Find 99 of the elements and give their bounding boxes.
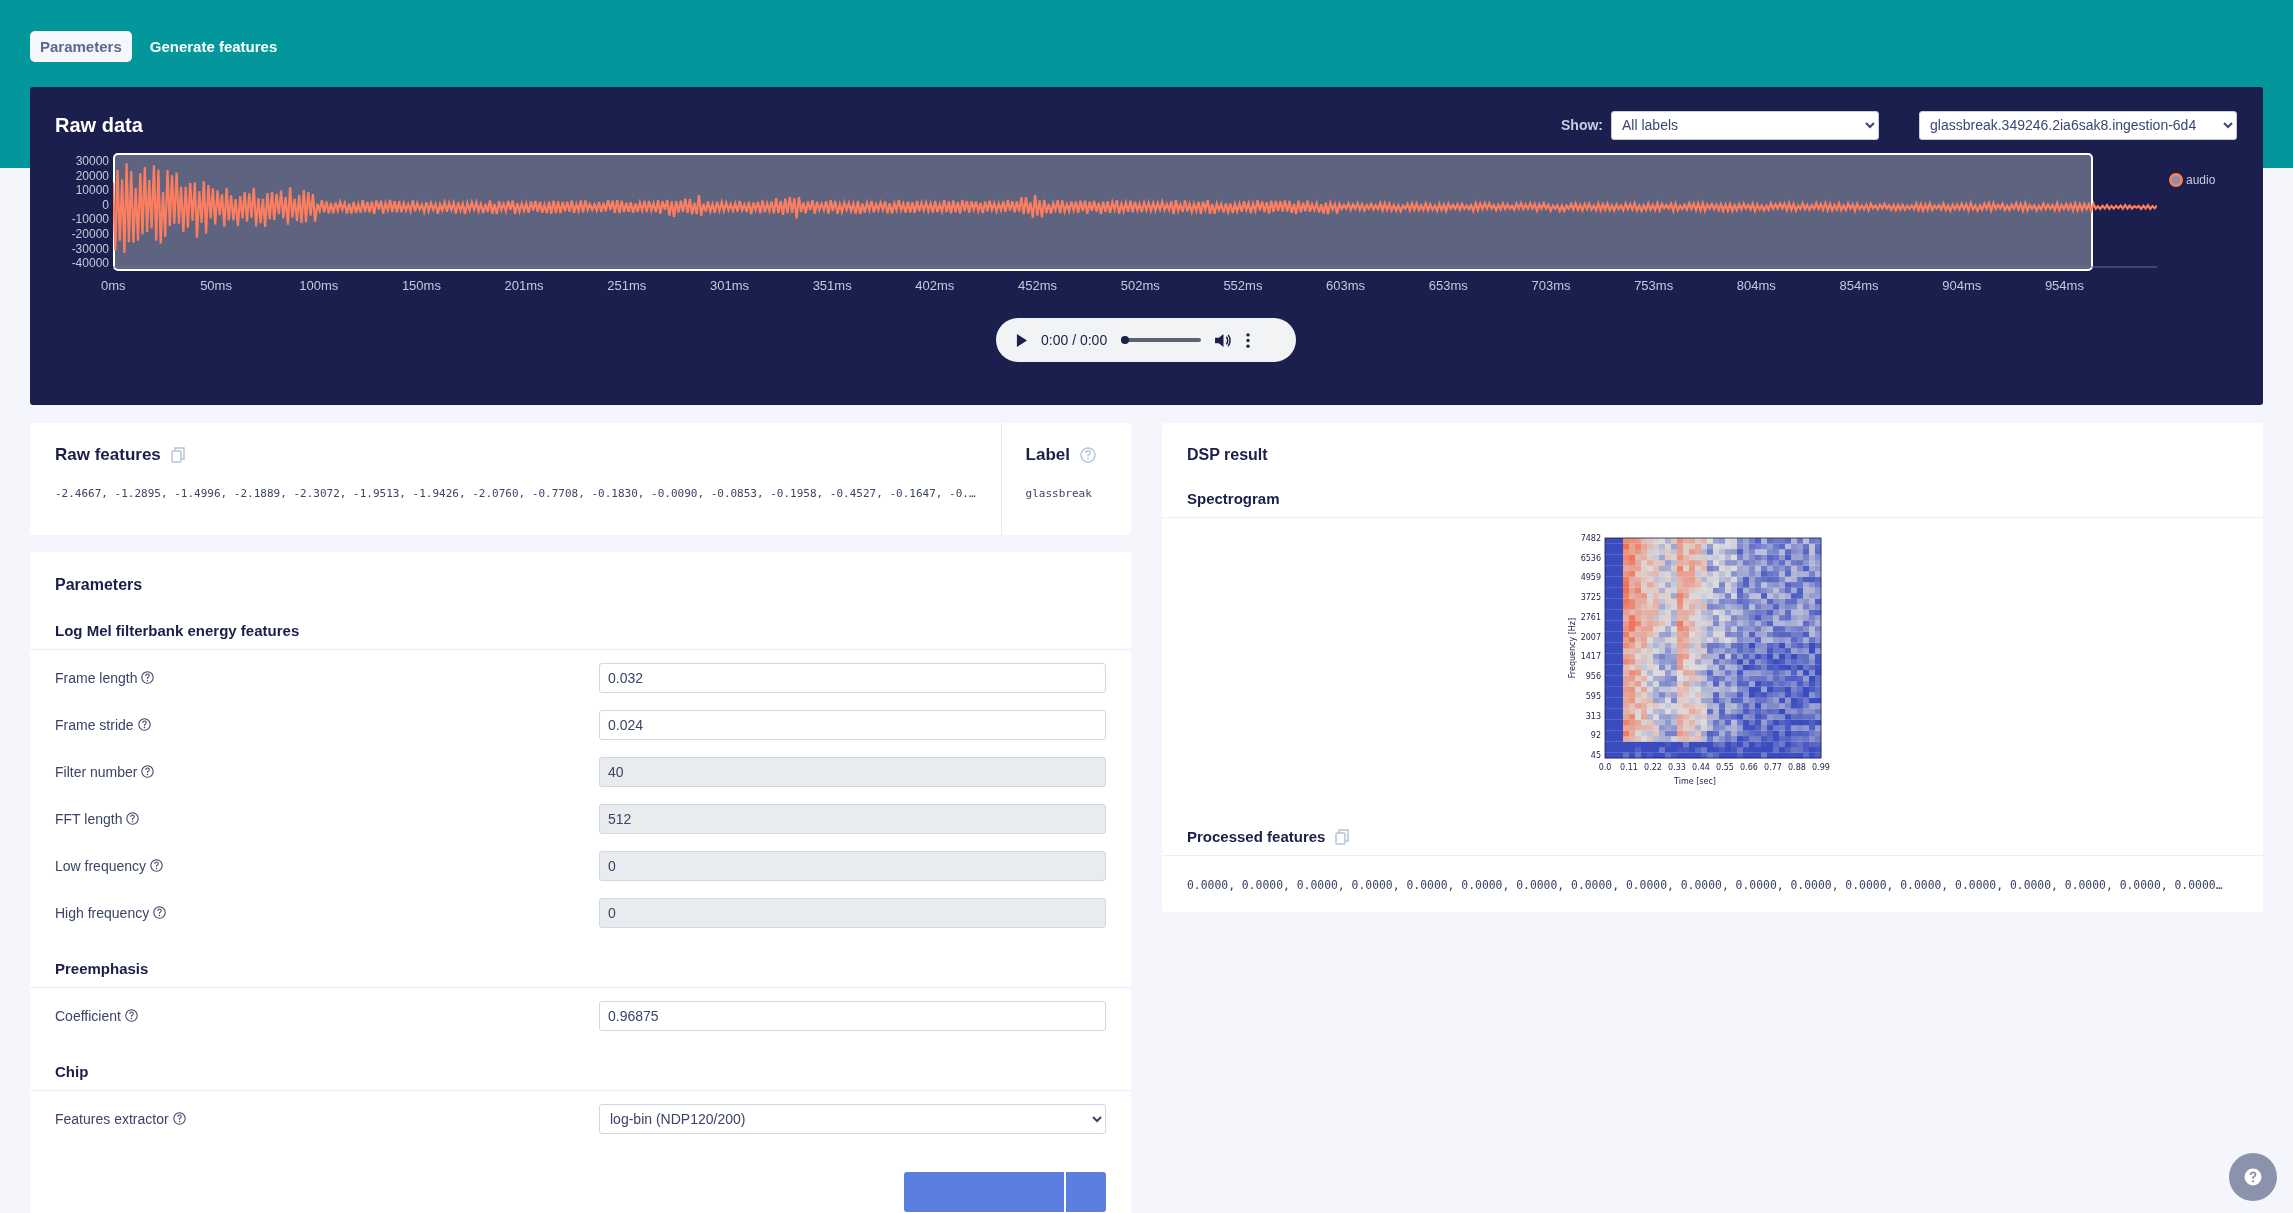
tick-label: 100ms [298, 278, 340, 293]
tick-label: 0 [102, 197, 109, 213]
tick-label: 0.88 [1787, 763, 1806, 772]
tick-label: -30000 [71, 241, 109, 257]
panel-title: Raw data [55, 113, 144, 137]
tick-label: 10000 [75, 183, 109, 198]
field-label: Frame stride [55, 716, 134, 733]
input-field[interactable]: 0.024 [599, 709, 1106, 740]
tick-label: 0.33 [1667, 763, 1686, 772]
tick-label: 0.44 [1691, 763, 1710, 772]
tick-label: 954ms [2043, 278, 2085, 293]
tick-label: 50ms [199, 278, 233, 293]
tab[interactable]: Generate features [139, 31, 288, 62]
label-filter-select[interactable]: All labels [1611, 110, 1879, 140]
help-icon[interactable] [153, 906, 167, 919]
tick-label: 0.0 [1598, 763, 1611, 772]
help-icon[interactable] [137, 718, 151, 731]
section-title: Preemphasis [30, 952, 1131, 988]
tick-label: 0ms [100, 278, 127, 293]
help-icon[interactable] [141, 671, 155, 684]
legend-label[interactable]: audio [2186, 173, 2216, 187]
section-title: Chip [30, 1055, 1131, 1091]
help-icon[interactable] [141, 765, 155, 778]
tick-label: 653ms [1427, 278, 1469, 293]
tick-label: 30000 [75, 154, 109, 169]
section-title: Processed features [1187, 828, 1326, 845]
field-label: Filter number [55, 763, 138, 780]
tick-label: 2761 [1580, 612, 1601, 622]
tick-label: 703ms [1530, 278, 1572, 293]
show-label: Show: [1561, 117, 1603, 133]
tick-label: 603ms [1325, 278, 1367, 293]
tick-label: 1417 [1580, 652, 1601, 662]
field-label: Features extractor [55, 1110, 169, 1127]
tick-label: 0.55 [1715, 763, 1734, 772]
legend-marker-icon [2169, 173, 2183, 187]
card-title: Parameters [54, 575, 144, 595]
play-icon[interactable] [1016, 333, 1027, 347]
field-label: Low frequency [55, 857, 147, 874]
tick-label: 854ms [1838, 278, 1880, 293]
sample-select[interactable]: glassbreak.349246.2ia6sak8.ingestion-6d4 [1919, 110, 2237, 140]
section-title: Spectrogram [1162, 482, 2263, 518]
tick-label: 0.77 [1763, 763, 1782, 772]
card-title: Label [1025, 445, 1070, 465]
tick-label: 351ms [811, 278, 853, 293]
dropdown-field[interactable]: log-bin (NDP120/200) [599, 1103, 1106, 1134]
card-title: Raw features [55, 445, 161, 465]
help-button[interactable] [2229, 1153, 2277, 1201]
axis-title: Time [sec] [1673, 777, 1716, 786]
tick-label: 301ms [708, 278, 750, 293]
section-title: Log Mel filterbank energy features [30, 614, 1131, 650]
field-label: FFT length [55, 810, 123, 827]
help-icon[interactable] [124, 1009, 138, 1022]
tick-label: 7482 [1580, 534, 1601, 543]
tick-label: 6536 [1580, 553, 1601, 563]
tick-label: 0.22 [1643, 763, 1662, 772]
tick-label: 904ms [1941, 278, 1983, 293]
field-label: High frequency [55, 904, 150, 921]
tick-label: 753ms [1633, 278, 1675, 293]
input-field[interactable]: 0.032 [599, 662, 1106, 693]
tick-label: -40000 [71, 256, 109, 271]
field-label: Coefficient [55, 1007, 121, 1024]
tick-label: 20000 [75, 168, 109, 184]
tick-label: 150ms [400, 278, 442, 293]
tick-label: 3725 [1580, 593, 1601, 603]
tick-label: 0.11 [1619, 763, 1638, 772]
help-icon [2244, 1168, 2262, 1186]
tick-label: -20000 [71, 226, 109, 242]
card-title: DSP result [1186, 445, 1269, 465]
tick-label: -10000 [71, 212, 109, 227]
playback-time: 0:00 / 0:00 [1041, 332, 1108, 348]
progress-slider[interactable] [1121, 338, 1202, 342]
help-icon[interactable] [172, 1112, 186, 1125]
tick-label: 595 [1585, 691, 1601, 701]
tick-label: 552ms [1222, 278, 1264, 293]
tick-label: 956 [1585, 672, 1601, 682]
tick-label: 0.99 [1811, 763, 1830, 772]
raw-features-values: -2.4667, -1.2895, -1.4996, -2.1889, -2.3072, -1.9513, -1.9426, -2.0760, -0.7708, -0.1830, -0.0090, -0.0853, -0.1958, -0.4527, -0.1647, -0.… [55, 487, 976, 500]
tick-label: 4959 [1580, 573, 1601, 583]
field-label: Frame length [55, 669, 138, 686]
axis-title: Frequency [Hz] [1567, 617, 1577, 679]
tick-label: 251ms [606, 278, 648, 293]
tick-label: 402ms [914, 278, 956, 293]
tick-label: 0.66 [1739, 763, 1758, 772]
tick-label: 313 [1585, 711, 1601, 721]
tick-label: 804ms [1735, 278, 1777, 293]
volume-icon[interactable] [1215, 332, 1233, 348]
help-icon[interactable] [126, 812, 140, 825]
more-icon[interactable] [1246, 332, 1251, 348]
input-field[interactable]: 0.96875 [599, 1000, 1106, 1031]
tick-label: 201ms [503, 278, 545, 293]
tab[interactable]: Parameters [30, 31, 132, 62]
processed-features-values: 0.0000, 0.0000, 0.0000, 0.0000, 0.0000, 0.0000, 0.0000, 0.0000, 0.0000, 0.0000, 0.0000, 0.0000, 0.0000, 0.0000, 0.0000, 0.0000, 0.0000, 0.0000, 0.0000… [1186, 878, 2224, 892]
help-icon[interactable] [150, 859, 164, 872]
tick-label: 45 [1590, 751, 1601, 760]
tick-label: 502ms [1119, 278, 1161, 293]
tick-label: 92 [1590, 731, 1601, 741]
label-value: glassbreak [1025, 487, 1093, 500]
tick-label: 2007 [1580, 632, 1601, 642]
tick-label: 452ms [1017, 278, 1059, 293]
